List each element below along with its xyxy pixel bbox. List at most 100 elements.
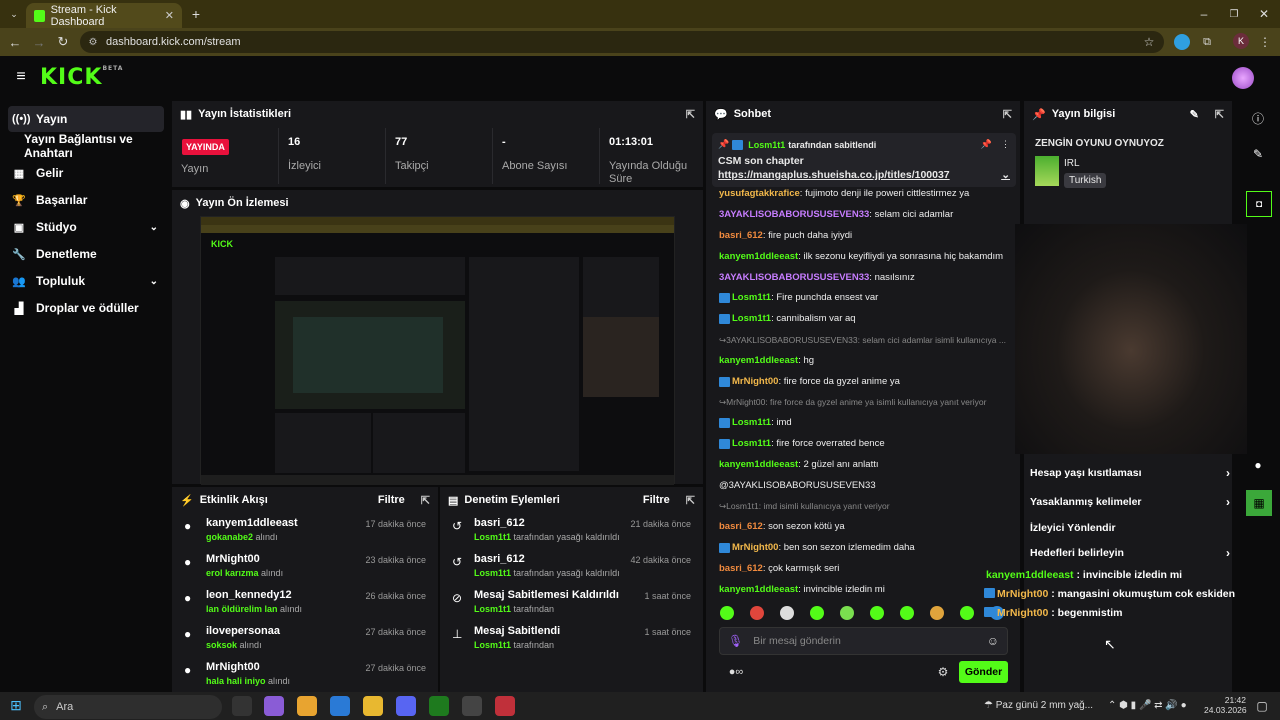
filter-button[interactable]: Filtre: [643, 494, 670, 506]
chat-message[interactable]: Losm1t1: cannibalism var aq: [719, 309, 1015, 330]
emote-icon[interactable]: [960, 606, 974, 620]
chat-message[interactable]: basri_612: son sezon kötü ya: [719, 517, 1015, 538]
sidebar-item-droplar[interactable]: ▟ Droplar ve ödüller: [8, 295, 164, 321]
popout-icon[interactable]: ⇱: [686, 494, 695, 507]
chat-reply-context[interactable]: ↪ MrNight00: fire force da gyzel anime y…: [719, 392, 1015, 413]
sidebar-item-stream-key[interactable]: Yayın Bağlantısı ve Anahtarı: [8, 132, 164, 160]
stream-preview-video[interactable]: KICK: [200, 216, 675, 485]
chat-message[interactable]: 3AYAKLISOBABORUSUSEVEN33: selam cici ada…: [719, 205, 1015, 226]
restore-icon[interactable]: ❐: [1226, 6, 1242, 22]
chat-message[interactable]: yusufagtakkrafice: fujimoto denji ile po…: [719, 184, 1015, 205]
gear-icon[interactable]: ⚙: [936, 664, 950, 680]
popout-icon[interactable]: ⇱: [1215, 108, 1224, 121]
menu-yasakli-kelimeler[interactable]: Yasaklanmış kelimeler ›: [1030, 491, 1230, 513]
chat-message[interactable]: Losm1t1: fire force overrated bence: [719, 434, 1015, 455]
notifications-icon[interactable]: ▢: [1254, 698, 1270, 714]
popout-icon[interactable]: ⇱: [421, 494, 430, 507]
chat-input[interactable]: 🎙 Bir mesaj gönderin ☺: [719, 627, 1008, 655]
live-badge: YAYINDA: [182, 139, 229, 155]
app-icon[interactable]: [330, 696, 350, 716]
extensions-puzzle-icon[interactable]: ⧉: [1198, 33, 1216, 51]
bookmark-star-icon[interactable]: ☆: [1140, 33, 1158, 51]
extension-icon[interactable]: [1174, 34, 1190, 50]
emote-icon[interactable]: [810, 606, 824, 620]
back-icon[interactable]: ←: [6, 33, 24, 51]
new-tab-icon[interactable]: +: [188, 6, 204, 22]
sidebar-item-studyo[interactable]: ▣ Stüdyo ⌄: [8, 214, 164, 240]
menu-hesap-yasi[interactable]: Hesap yaşı kısıtlaması ›: [1030, 462, 1230, 484]
emote-icon[interactable]: [930, 606, 944, 620]
chat-reply-context[interactable]: ↪ Losm1t1: imd isimli kullanıcıya yanıt …: [719, 496, 1015, 517]
user-avatar[interactable]: [1232, 67, 1254, 89]
windows-start-icon[interactable]: ⊞: [8, 697, 24, 713]
edit-icon[interactable]: ✎: [1250, 146, 1266, 162]
address-bar[interactable]: dashboard.kick.com/stream: [80, 31, 1164, 53]
pinned-message[interactable]: 📌 Losm1t1 tarafından sabitlendi 📌 ⋮ CSM son …: [712, 133, 1016, 187]
sidebar-item-basarilar[interactable]: 🏆 Başarılar: [8, 187, 164, 213]
chat-message[interactable]: @3AYAKLISOBABORUSUSEVEN33: [719, 475, 1015, 496]
menu-izleyici-yonlendir[interactable]: İzleyici Yönlendir: [1030, 517, 1230, 539]
obs-icon[interactable]: [462, 696, 482, 716]
browser-tab[interactable]: Stream - Kick Dashboard ✕: [26, 3, 182, 28]
minimize-icon[interactable]: –: [1196, 6, 1212, 22]
system-tray-icons[interactable]: ⌃ ⬢ ▮ 🎤 ⇄ 🔊 ●: [1108, 700, 1187, 711]
hamburger-menu-icon[interactable]: ≡: [12, 68, 30, 86]
chat-message[interactable]: Losm1t1: Fire punchda ensest var: [719, 288, 1015, 309]
more-options-icon[interactable]: ⋮: [1001, 139, 1010, 150]
task-view-icon[interactable]: [232, 696, 252, 716]
weather-widget[interactable]: ☂ Paz günü 2 mm yağ...: [984, 700, 1093, 711]
emote-icon[interactable]: [900, 606, 914, 620]
popout-icon[interactable]: ⇱: [686, 108, 695, 121]
sidebar-item-gelir[interactable]: ▦ Gelir: [8, 160, 164, 186]
chat-message[interactable]: MrNight00: fire force da gyzel anime ya: [719, 371, 1015, 392]
sidebar-item-yayin[interactable]: ((•)) Yayın: [8, 106, 164, 132]
forward-icon[interactable]: →: [30, 33, 48, 51]
menu-hedefler[interactable]: Hedefleri belirleyin ›: [1030, 542, 1230, 564]
reload-icon[interactable]: ↻: [54, 33, 72, 51]
unpin-icon[interactable]: 📌: [981, 139, 992, 150]
clip-icon[interactable]: ▦: [1246, 490, 1272, 516]
chat-message[interactable]: Losm1t1: imd: [719, 413, 1015, 434]
emote-icon[interactable]: [750, 606, 764, 620]
close-tab-icon[interactable]: ✕: [165, 9, 174, 22]
chat-message[interactable]: kanyem1ddleeast: ilk sezonu keyifliydi y…: [719, 246, 1015, 267]
chrome-icon[interactable]: [297, 696, 317, 716]
window-close-icon[interactable]: ✕: [1256, 6, 1272, 22]
emoji-icon[interactable]: ☺: [987, 634, 999, 648]
browser-menu-icon[interactable]: ⋮: [1258, 33, 1272, 51]
emote-icon[interactable]: [870, 606, 884, 620]
chat-message[interactable]: kanyem1ddleeast: hg: [719, 350, 1015, 371]
emote-icon[interactable]: [780, 606, 794, 620]
chat-message[interactable]: 3AYAKLISOBABORUSUSEVEN33: nasılsınız: [719, 267, 1015, 288]
tab-search-icon[interactable]: ⌄: [6, 6, 22, 22]
sidebar-item-denetleme[interactable]: 🔧 Denetleme: [8, 241, 164, 267]
emote-icon[interactable]: [720, 606, 734, 620]
profile-avatar[interactable]: K: [1233, 33, 1249, 49]
file-explorer-icon[interactable]: [363, 696, 383, 716]
popout-icon[interactable]: ⇱: [1003, 108, 1012, 121]
clock[interactable]: 21:42 24.03.2026: [1204, 695, 1247, 715]
chat-message[interactable]: basri_612: çok karmışık seri: [719, 558, 1015, 579]
site-info-icon[interactable]: ⚙: [86, 35, 100, 49]
chat-message[interactable]: kanyem1ddleeast: invincible izledin mi: [719, 579, 1015, 596]
filter-button[interactable]: Filtre: [378, 494, 405, 506]
chat-message[interactable]: MrNight00: ben son sezon izlemedim daha: [719, 538, 1015, 559]
taskbar-search[interactable]: ⌕ Ara: [34, 695, 222, 719]
copilot-icon[interactable]: [264, 696, 284, 716]
capture-icon[interactable]: ◘: [1246, 191, 1272, 217]
chat-message[interactable]: basri_612: fire puch daha iyiydi: [719, 226, 1015, 247]
send-button[interactable]: Gönder: [959, 661, 1008, 683]
chat-settings-users-icon[interactable]: ●∞: [722, 664, 750, 680]
chat-reply-context[interactable]: ↪ 3AYAKLISOBABORUSUSEVEN33: selam cici a…: [719, 330, 1015, 351]
microphone-icon[interactable]: 🎙: [728, 634, 743, 648]
xbox-icon[interactable]: [429, 696, 449, 716]
edit-icon[interactable]: ✎: [1190, 108, 1199, 121]
kick-logo[interactable]: KICKBETA: [40, 65, 123, 90]
overlay-icon[interactable]: ●: [1250, 457, 1266, 473]
app-icon[interactable]: [495, 696, 515, 716]
chat-message[interactable]: kanyem1ddleeast: 2 güzel anı anlattı: [719, 454, 1015, 475]
info-icon[interactable]: ⓘ: [1250, 110, 1266, 126]
sidebar-item-topluluk[interactable]: 👥 Topluluk ⌄: [8, 268, 164, 294]
emote-icon[interactable]: [840, 606, 854, 620]
discord-icon[interactable]: [396, 696, 416, 716]
